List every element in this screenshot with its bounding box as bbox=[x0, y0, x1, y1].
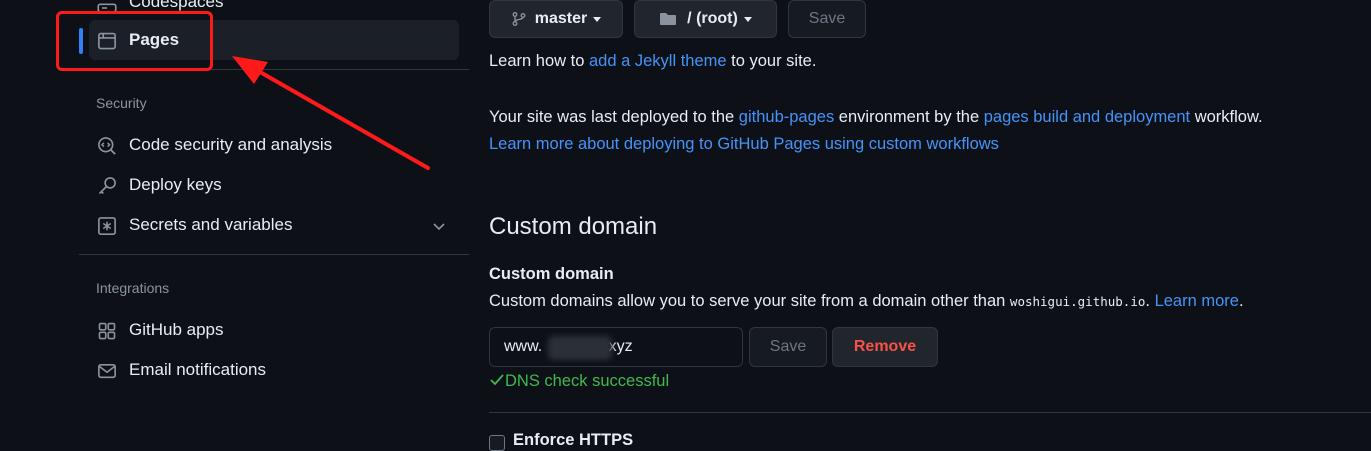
caret-down-icon bbox=[743, 16, 752, 22]
git-branch-icon bbox=[512, 12, 526, 26]
custom-domain-heading: Custom domain bbox=[489, 213, 658, 240]
folder-select-button[interactable]: / (root) bbox=[634, 0, 777, 38]
jekyll-theme-text: Learn how to add a Jekyll theme to your … bbox=[489, 52, 817, 70]
deploy-status-text: Your site was last deployed to the githu… bbox=[489, 108, 1263, 126]
default-domain-code: woshigui.github.io bbox=[1009, 294, 1146, 309]
jekyll-theme-link[interactable]: add a Jekyll theme bbox=[589, 52, 727, 70]
caret-down-icon bbox=[593, 16, 602, 22]
learn-more-link[interactable]: Learn more bbox=[1155, 292, 1239, 310]
custom-domain-label: Custom domain bbox=[489, 265, 614, 283]
enforce-https-label: Enforce HTTPS bbox=[513, 431, 634, 449]
environment-link[interactable]: github-pages bbox=[739, 108, 834, 126]
check-icon bbox=[490, 374, 504, 386]
custom-domain-input[interactable]: www. .xyz bbox=[489, 327, 743, 367]
domain-remove-button[interactable]: Remove bbox=[832, 327, 938, 367]
domain-save-button[interactable]: Save bbox=[749, 327, 827, 367]
enforce-https-checkbox[interactable] bbox=[489, 435, 505, 451]
workflow-link[interactable]: pages build and deployment bbox=[984, 108, 1190, 126]
custom-domain-description: Custom domains allow you to serve your s… bbox=[489, 292, 1244, 310]
dns-check-status: DNS check successful bbox=[489, 372, 669, 391]
redacted-blur bbox=[548, 336, 612, 360]
folder-icon bbox=[660, 13, 677, 25]
custom-workflows-link[interactable]: Learn more about deploying to GitHub Pag… bbox=[489, 135, 999, 154]
branch-select-button[interactable]: master bbox=[489, 0, 623, 38]
branch-name: master bbox=[534, 10, 588, 27]
branch-save-button[interactable]: Save bbox=[788, 0, 866, 38]
section-divider bbox=[489, 412, 1371, 413]
folder-name: / (root) bbox=[687, 10, 738, 27]
